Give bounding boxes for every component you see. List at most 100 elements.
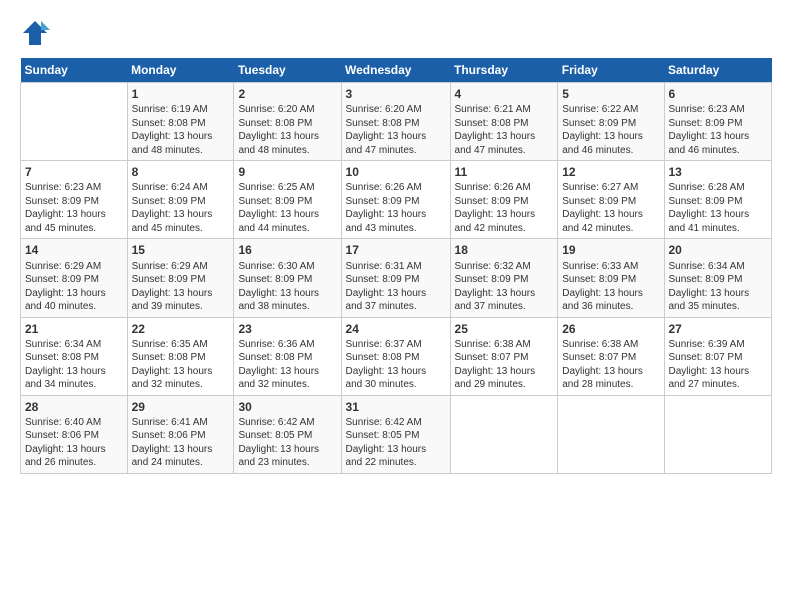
weekday-header-cell: Sunday [21, 58, 128, 83]
calendar-day-cell: 4Sunrise: 6:21 AMSunset: 8:08 PMDaylight… [450, 83, 558, 161]
day-number: 19 [562, 242, 659, 258]
weekday-header-cell: Thursday [450, 58, 558, 83]
calendar-day-cell: 31Sunrise: 6:42 AMSunset: 8:05 PMDayligh… [341, 395, 450, 473]
day-info: Daylight: 13 hours [25, 208, 123, 222]
day-info: Daylight: 13 hours [25, 365, 123, 379]
day-number: 14 [25, 242, 123, 258]
day-info: and 38 minutes. [238, 300, 336, 314]
day-number: 11 [455, 164, 554, 180]
day-number: 1 [132, 86, 230, 102]
day-info: Sunrise: 6:42 AM [346, 416, 446, 430]
day-info: and 48 minutes. [238, 144, 336, 158]
day-number: 30 [238, 399, 336, 415]
day-info: Sunrise: 6:42 AM [238, 416, 336, 430]
day-info: Sunrise: 6:39 AM [669, 338, 768, 352]
day-info: and 40 minutes. [25, 300, 123, 314]
day-info: and 32 minutes. [238, 378, 336, 392]
day-number: 22 [132, 321, 230, 337]
day-number: 28 [25, 399, 123, 415]
day-info: Sunset: 8:08 PM [132, 117, 230, 131]
day-info: and 47 minutes. [455, 144, 554, 158]
day-number: 25 [455, 321, 554, 337]
weekday-header-cell: Friday [558, 58, 664, 83]
day-number: 23 [238, 321, 336, 337]
day-info: and 26 minutes. [25, 456, 123, 470]
day-info: Sunset: 8:09 PM [238, 195, 336, 209]
calendar-day-cell: 26Sunrise: 6:38 AMSunset: 8:07 PMDayligh… [558, 317, 664, 395]
day-info: Sunrise: 6:31 AM [346, 260, 446, 274]
day-info: Sunrise: 6:33 AM [562, 260, 659, 274]
calendar-day-cell: 7Sunrise: 6:23 AMSunset: 8:09 PMDaylight… [21, 161, 128, 239]
day-info: Daylight: 13 hours [562, 287, 659, 301]
calendar-day-cell: 29Sunrise: 6:41 AMSunset: 8:06 PMDayligh… [127, 395, 234, 473]
day-info: Sunset: 8:09 PM [455, 195, 554, 209]
calendar-week-row: 14Sunrise: 6:29 AMSunset: 8:09 PMDayligh… [21, 239, 772, 317]
day-info: and 34 minutes. [25, 378, 123, 392]
calendar-day-cell: 11Sunrise: 6:26 AMSunset: 8:09 PMDayligh… [450, 161, 558, 239]
weekday-header-cell: Tuesday [234, 58, 341, 83]
day-info: Sunrise: 6:22 AM [562, 103, 659, 117]
day-info: Daylight: 13 hours [669, 130, 768, 144]
calendar-day-cell [21, 83, 128, 161]
day-info: Sunrise: 6:38 AM [455, 338, 554, 352]
page: SundayMondayTuesdayWednesdayThursdayFrid… [0, 0, 792, 612]
calendar-day-cell: 19Sunrise: 6:33 AMSunset: 8:09 PMDayligh… [558, 239, 664, 317]
day-info: Sunset: 8:09 PM [25, 195, 123, 209]
day-info: Sunset: 8:07 PM [669, 351, 768, 365]
day-number: 9 [238, 164, 336, 180]
calendar-day-cell: 20Sunrise: 6:34 AMSunset: 8:09 PMDayligh… [664, 239, 772, 317]
day-info: Daylight: 13 hours [346, 287, 446, 301]
day-info: and 46 minutes. [562, 144, 659, 158]
day-info: and 45 minutes. [132, 222, 230, 236]
calendar-body: 1Sunrise: 6:19 AMSunset: 8:08 PMDaylight… [21, 83, 772, 474]
day-info: Sunrise: 6:34 AM [669, 260, 768, 274]
day-info: Sunrise: 6:27 AM [562, 181, 659, 195]
day-info: and 42 minutes. [562, 222, 659, 236]
day-info: and 23 minutes. [238, 456, 336, 470]
day-info: and 28 minutes. [562, 378, 659, 392]
day-info: and 32 minutes. [132, 378, 230, 392]
day-info: and 24 minutes. [132, 456, 230, 470]
day-info: Sunrise: 6:25 AM [238, 181, 336, 195]
day-info: Sunset: 8:09 PM [455, 273, 554, 287]
day-number: 2 [238, 86, 336, 102]
day-info: Sunrise: 6:24 AM [132, 181, 230, 195]
calendar-day-cell: 8Sunrise: 6:24 AMSunset: 8:09 PMDaylight… [127, 161, 234, 239]
day-info: and 35 minutes. [669, 300, 768, 314]
day-info: Daylight: 13 hours [238, 130, 336, 144]
day-info: and 44 minutes. [238, 222, 336, 236]
day-info: Sunset: 8:09 PM [25, 273, 123, 287]
day-info: and 45 minutes. [25, 222, 123, 236]
day-number: 27 [669, 321, 768, 337]
day-number: 6 [669, 86, 768, 102]
day-info: Daylight: 13 hours [562, 365, 659, 379]
day-info: Sunset: 8:07 PM [455, 351, 554, 365]
day-number: 7 [25, 164, 123, 180]
day-info: Sunset: 8:08 PM [238, 117, 336, 131]
day-info: Sunrise: 6:23 AM [25, 181, 123, 195]
calendar-day-cell: 17Sunrise: 6:31 AMSunset: 8:09 PMDayligh… [341, 239, 450, 317]
day-info: Daylight: 13 hours [346, 365, 446, 379]
day-info: Daylight: 13 hours [132, 287, 230, 301]
day-number: 26 [562, 321, 659, 337]
calendar-day-cell: 22Sunrise: 6:35 AMSunset: 8:08 PMDayligh… [127, 317, 234, 395]
day-info: and 47 minutes. [346, 144, 446, 158]
day-info: and 43 minutes. [346, 222, 446, 236]
day-info: Sunset: 8:09 PM [669, 195, 768, 209]
logo-icon [20, 18, 50, 48]
calendar-day-cell [450, 395, 558, 473]
day-info: Sunrise: 6:26 AM [346, 181, 446, 195]
day-number: 24 [346, 321, 446, 337]
day-info: Sunrise: 6:20 AM [238, 103, 336, 117]
day-info: Sunset: 8:09 PM [132, 273, 230, 287]
day-info: and 48 minutes. [132, 144, 230, 158]
day-number: 8 [132, 164, 230, 180]
day-info: and 36 minutes. [562, 300, 659, 314]
day-info: and 39 minutes. [132, 300, 230, 314]
weekday-header-cell: Wednesday [341, 58, 450, 83]
calendar-week-row: 28Sunrise: 6:40 AMSunset: 8:06 PMDayligh… [21, 395, 772, 473]
day-info: Sunrise: 6:32 AM [455, 260, 554, 274]
day-info: Daylight: 13 hours [455, 287, 554, 301]
day-info: Sunset: 8:06 PM [132, 429, 230, 443]
day-info: Sunset: 8:08 PM [25, 351, 123, 365]
